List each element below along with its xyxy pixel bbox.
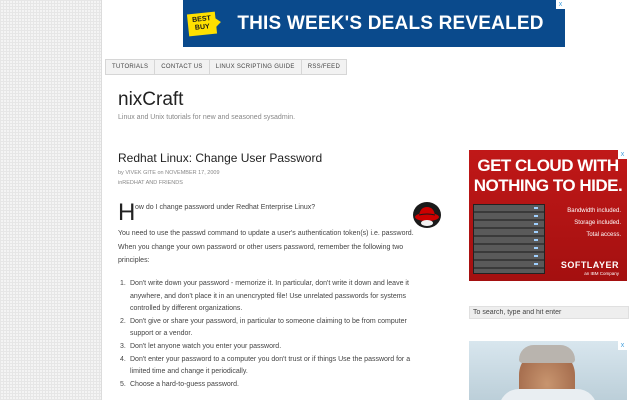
list-item: 4. Don't enter your password to a compute…	[120, 354, 432, 379]
ad-choices-icon[interactable]: x	[618, 150, 627, 159]
softlayer-ad-line3: Total access.	[586, 232, 621, 238]
post-category-line: inREDHAT AND FRIENDS	[118, 180, 183, 186]
list-item: 2. Don't give or share your password, in …	[120, 316, 432, 341]
sidebar-ad-portrait[interactable]: x	[469, 341, 627, 400]
author-link[interactable]: VIVEK GITE	[125, 170, 156, 176]
post-byline: by VIVEK GITE on NOVEMBER 17, 2009	[118, 170, 220, 176]
nav-linux-scripting-guide[interactable]: LINUX SCRIPTING GUIDE	[210, 60, 302, 74]
softlayer-brand: SOFTLAYER	[560, 260, 619, 270]
site-tagline: Linux and Unix tutorials for new and sea…	[118, 114, 296, 121]
byline-on: on	[157, 170, 164, 176]
softlayer-ad-line2: Storage included.	[574, 220, 621, 226]
dropcap-letter: H	[118, 199, 136, 226]
list-item: 1. Don't write down your password - memor…	[120, 278, 432, 316]
list-item: 3. Don't let anyone watch you enter your …	[120, 341, 432, 354]
category-link[interactable]: REDHAT AND FRIENDS	[122, 180, 183, 186]
nav-contact-us[interactable]: CONTACT US	[155, 60, 210, 74]
list-number: 2.	[120, 317, 126, 325]
list-number: 5.	[120, 380, 126, 388]
list-item-text: Don't give or share your password, in pa…	[130, 317, 407, 338]
portrait-hair	[519, 345, 575, 363]
list-item-text: Choose a hard-to-guess password.	[130, 380, 239, 388]
post-paragraph: You need to use the passwd command to up…	[118, 230, 414, 264]
search-input[interactable]	[469, 306, 629, 319]
redhat-shadowman-icon	[413, 202, 441, 228]
list-number: 3.	[120, 342, 126, 350]
portrait-collar	[499, 389, 597, 400]
intro-question: ow do I change password under Redhat Ent…	[135, 204, 316, 211]
list-number: 4.	[120, 355, 126, 363]
list-number: 1.	[120, 280, 126, 287]
nav-rss-feed[interactable]: RSS/FEED	[302, 60, 346, 74]
softlayer-ad-headline-line2: NOTHING TO HIDE.	[473, 176, 623, 195]
list-item: 5. Choose a hard-to-guess password.	[120, 379, 432, 392]
byline-by: by	[118, 170, 124, 176]
softlayer-ad-line1: Bandwidth included.	[567, 208, 621, 214]
top-navigation: TUTORIALS CONTACT US LINUX SCRIPTING GUI…	[105, 59, 348, 75]
nav-tutorials[interactable]: TUTORIALS	[106, 60, 156, 74]
ad-choices-icon[interactable]: x	[556, 0, 565, 9]
list-item-text: Don't enter your password to a computer …	[130, 355, 411, 376]
bestbuy-logo: BEST BUY	[186, 11, 218, 36]
principles-list: 1. Don't write down your password - memor…	[120, 278, 432, 392]
post-title[interactable]: Redhat Linux: Change User Password	[118, 151, 322, 165]
sidebar-ad-softlayer[interactable]: GET CLOUD WITH NOTHING TO HIDE. Bandwidt…	[469, 150, 627, 281]
softlayer-ad-headline-line1: GET CLOUD WITH	[477, 156, 619, 175]
softlayer-ad-headline: GET CLOUD WITH NOTHING TO HIDE.	[469, 156, 627, 196]
top-banner-ad[interactable]: BEST BUY THIS WEEK'S DEALS REVEALED x	[183, 0, 565, 47]
site-title[interactable]: nixCraft	[118, 89, 183, 111]
list-item-text: Don't let anyone watch you enter your pa…	[130, 342, 282, 350]
ad-choices-icon[interactable]: x	[618, 341, 627, 350]
left-background-strip	[0, 0, 102, 400]
post-date: NOVEMBER 17, 2009	[165, 170, 220, 176]
top-ad-headline: THIS WEEK'S DEALS REVEALED	[237, 12, 544, 34]
softlayer-brand-sub: an IBM Company	[584, 271, 619, 276]
list-item-text: Don't write down your password - memoriz…	[130, 280, 409, 313]
server-rack-image	[473, 204, 545, 274]
